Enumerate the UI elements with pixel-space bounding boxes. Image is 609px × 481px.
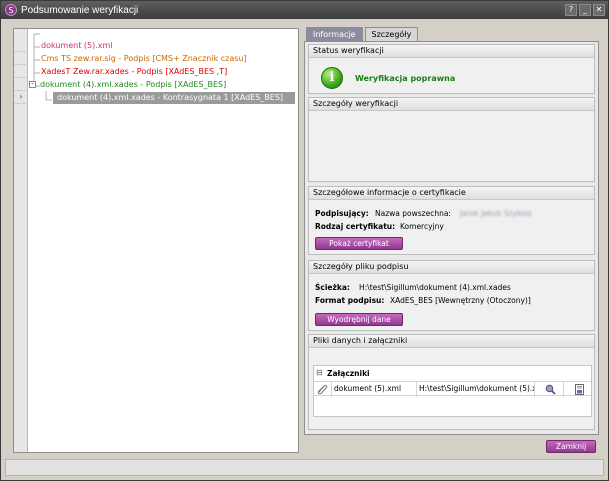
status-section: Status weryfikacji i Weryfikacja poprawn… [308, 44, 595, 94]
tab-szczegoly[interactable]: Szczegóły [364, 27, 419, 42]
tree-item-label: dokument (5).xml [41, 41, 113, 50]
attachment-path: H:\test\Sigillum\dokument (5).xml [417, 382, 535, 397]
verification-status-text: Weryfikacja poprawna [355, 74, 456, 83]
path-label: Ścieżka: [315, 283, 350, 292]
close-button[interactable]: Zamknij [546, 440, 596, 453]
tree-item-selected[interactable]: › dokument (4).xml.xades - Kontrasygnata… [14, 91, 298, 104]
cert-type-value: Komercyjny [400, 222, 444, 231]
row-gutter [14, 65, 28, 78]
window-title: Podsumowanie weryfikacji [21, 4, 139, 16]
signature-format-label: Format podpisu: [315, 296, 385, 305]
section-header: Szczegółowe informacje o certyfikacie [309, 187, 594, 200]
section-header: Szczegóły pliku podpisu [309, 261, 594, 274]
path-value: H:\test\Sigillum\dokument (4).xml.xades [359, 283, 511, 292]
extract-data-button[interactable]: Wyodrębnij dane [315, 313, 403, 326]
signature-tree-panel: dokument (5).xml Cms TS zew.rar.sig - Po… [13, 28, 299, 453]
section-header: Pliki danych i załączniki [309, 335, 594, 348]
detail-tabs: Informacje Szczegóły [306, 27, 419, 42]
verification-details-section: Szczegóły weryfikacji [308, 97, 595, 182]
row-gutter [14, 52, 28, 65]
preview-magnifier-icon[interactable] [545, 384, 556, 395]
signer-subfield-label: Nazwa powszechna: [375, 209, 451, 218]
svg-text:S: S [8, 6, 13, 15]
tree-item-label: dokument (4).xml.xades - Podpis [XAdES_B… [40, 80, 227, 89]
tree-item-label: dokument (4).xml.xades - Kontrasygnata 1… [57, 92, 284, 102]
attachment-row[interactable]: dokument (5).xml H:\test\Sigillum\dokume… [314, 381, 591, 397]
tree-item[interactable]: - dokument (4).xml.xades - Podpis [XAdES… [14, 78, 298, 91]
signer-name-value: Jarek Jakub Szybisz [460, 209, 532, 218]
signer-label: Podpisujący: [315, 209, 369, 218]
section-header: Szczegóły weryfikacji [309, 98, 594, 111]
tree-item[interactable]: Cms TS zew.rar.sig - Podpis [CMS+ Znaczn… [14, 52, 298, 65]
show-certificate-button[interactable]: Pokaż certyfikat [315, 237, 403, 250]
tree-selection-highlight: dokument (4).xml.xades - Kontrasygnata 1… [53, 91, 295, 104]
signature-format-value: XAdES_BES [Wewnętrzny (Otoczony)] [390, 296, 531, 305]
tree-item[interactable]: XadesT Zew.rar.xades - Podpis [XAdES_BES… [14, 65, 298, 78]
help-button[interactable]: ? [565, 4, 577, 16]
minimize-button[interactable]: _ [579, 4, 591, 16]
tab-informacje[interactable]: Informacje [306, 27, 363, 42]
row-gutter [14, 39, 28, 52]
certificate-section: Szczegółowe informacje o certyfikacie Po… [308, 186, 595, 255]
row-gutter: › [14, 91, 28, 104]
attachment-name: dokument (5).xml [332, 382, 417, 397]
tree-item-label: Cms TS zew.rar.sig - Podpis [CMS+ Znaczn… [41, 54, 247, 63]
row-gutter [14, 78, 28, 91]
attachments-collapse-toggle[interactable]: ⊟ [316, 368, 323, 377]
section-header: Status weryfikacji [309, 45, 594, 58]
info-panel: Status weryfikacji i Weryfikacja poprawn… [304, 41, 599, 435]
paperclip-icon [317, 384, 328, 395]
save-document-icon[interactable] [574, 384, 585, 395]
info-icon: i [321, 67, 343, 89]
window-controls: ? _ ✕ [565, 4, 605, 16]
cert-type-label: Rodzaj certyfikatu: [315, 222, 396, 231]
attachments-group-label: Załączniki [327, 369, 370, 378]
tree-item-label: XadesT Zew.rar.xades - Podpis [XAdES_BES… [41, 67, 228, 76]
verification-summary-window: S Podsumowanie weryfikacji ? _ ✕ dokumen… [0, 0, 609, 481]
title-bar: S Podsumowanie weryfikacji ? _ ✕ [1, 1, 608, 19]
sigillum-app-icon: S [5, 4, 17, 16]
signature-file-section: Szczegóły pliku podpisu Ścieżka: H:\test… [308, 260, 595, 331]
attachments-list: ⊟ Załączniki dokument (5).xml H:\test\Si… [313, 365, 592, 417]
collapse-toggle-icon[interactable]: - [29, 81, 36, 88]
status-bar [5, 459, 604, 476]
attachments-section: Pliki danych i załączniki ⊟ Załączniki d… [308, 334, 595, 430]
close-window-button[interactable]: ✕ [593, 4, 605, 16]
tree-item[interactable]: dokument (5).xml [14, 39, 298, 52]
